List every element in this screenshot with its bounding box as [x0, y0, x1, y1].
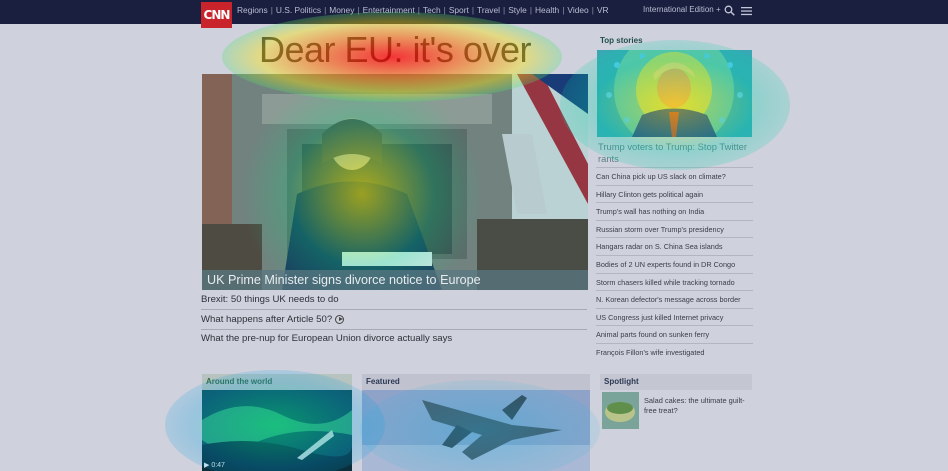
list-item[interactable]: Bodies of 2 UN experts found in DR Congo: [596, 254, 753, 273]
list-item[interactable]: François Fillon's wife investigated: [596, 342, 753, 361]
list-item[interactable]: Hangars radar on S. China Sea islands: [596, 237, 753, 255]
aurora-photo: [202, 390, 352, 471]
cnn-logo[interactable]: CNN: [201, 2, 232, 28]
list-item[interactable]: N. Korean defector's message across bord…: [596, 290, 753, 308]
nav-regions[interactable]: Regions: [237, 5, 268, 15]
related-link[interactable]: Brexit: 50 things UK needs to do: [201, 294, 587, 305]
edition-selector[interactable]: International Edition +: [643, 5, 721, 14]
around-the-world-image[interactable]: [202, 390, 352, 471]
spotlight-thumbnail[interactable]: [602, 392, 639, 429]
top-stories-title: Top stories: [600, 36, 643, 45]
top-story-caption[interactable]: Trump voters to Trump: Stop Twitter rant…: [598, 141, 748, 165]
search-icon[interactable]: [724, 5, 735, 16]
nav-money[interactable]: Money: [329, 5, 354, 15]
nav-separator: |: [443, 5, 446, 15]
related-link-text[interactable]: What happens after Article 50?: [201, 314, 332, 325]
related-link[interactable]: What happens after Article 50?: [201, 314, 587, 325]
nav-separator: |: [324, 5, 327, 15]
nav-travel[interactable]: Travel: [477, 5, 500, 15]
divider: [201, 309, 587, 310]
nav-separator: |: [270, 5, 273, 15]
list-item[interactable]: Can China pick up US slack on climate?: [596, 167, 753, 185]
hero-caption[interactable]: UK Prime Minister signs divorce notice t…: [202, 270, 588, 290]
featured-label[interactable]: Featured: [362, 374, 590, 390]
list-item[interactable]: Russian storm over Trump's presidency: [596, 219, 753, 238]
hamburger-menu-icon[interactable]: [741, 6, 752, 16]
related-link[interactable]: What the pre-nup for European Union divo…: [201, 333, 587, 344]
nav-health[interactable]: Health: [535, 5, 559, 15]
nav-separator: |: [471, 5, 475, 15]
fighter-jet-photo: [362, 390, 590, 471]
play-icon[interactable]: [335, 314, 345, 324]
nav-sport[interactable]: Sport: [449, 5, 469, 15]
spotlight-label[interactable]: Spotlight: [600, 374, 752, 390]
page-headline[interactable]: Dear EU: it's over: [259, 27, 559, 73]
list-item[interactable]: US Congress just killed Internet privacy: [596, 307, 753, 326]
nav-video[interactable]: Video: [567, 5, 588, 15]
top-stories-list: Can China pick up US slack on climate? H…: [596, 167, 753, 361]
nav-vr[interactable]: VR: [597, 5, 609, 15]
trump-illustration: [597, 50, 752, 137]
list-item[interactable]: Trump's wall has nothing on India: [596, 202, 753, 220]
nav-separator: |: [562, 5, 565, 15]
nav-separator: |: [357, 5, 360, 15]
nav-entertainment[interactable]: Entertainment: [363, 5, 415, 15]
hero-photo: [202, 74, 588, 290]
main-nav: Regions | U.S. Politics | Money | Entertain…: [237, 5, 609, 15]
around-the-world-label[interactable]: Around the world: [202, 374, 352, 390]
list-item[interactable]: Storm chasers killed while tracking torn…: [596, 272, 753, 291]
spotlight-headline[interactable]: Salad cakes: the ultimate guilt-free tre…: [644, 396, 748, 416]
nav-separator: |: [529, 5, 532, 15]
list-item[interactable]: Animal parts found on sunken ferry: [596, 325, 753, 343]
nav-separator: |: [417, 5, 420, 15]
hero-story[interactable]: UK Prime Minister signs divorce notice t…: [202, 74, 588, 290]
divider: [201, 329, 587, 330]
nav-us-politics[interactable]: U.S. Politics: [276, 5, 321, 15]
featured-image[interactable]: [362, 390, 590, 471]
nav-separator: |: [503, 5, 506, 15]
nav-style[interactable]: Style: [508, 5, 527, 15]
video-duration: ▶ 0:47: [204, 461, 225, 469]
nav-separator: |: [591, 5, 594, 15]
salad-cake-photo: [602, 392, 639, 429]
video-duration-label: 0:47: [211, 462, 225, 469]
top-story-image[interactable]: [597, 50, 752, 137]
nav-tech[interactable]: Tech: [423, 5, 441, 15]
list-item[interactable]: Hillary Clinton gets political again: [596, 184, 753, 203]
